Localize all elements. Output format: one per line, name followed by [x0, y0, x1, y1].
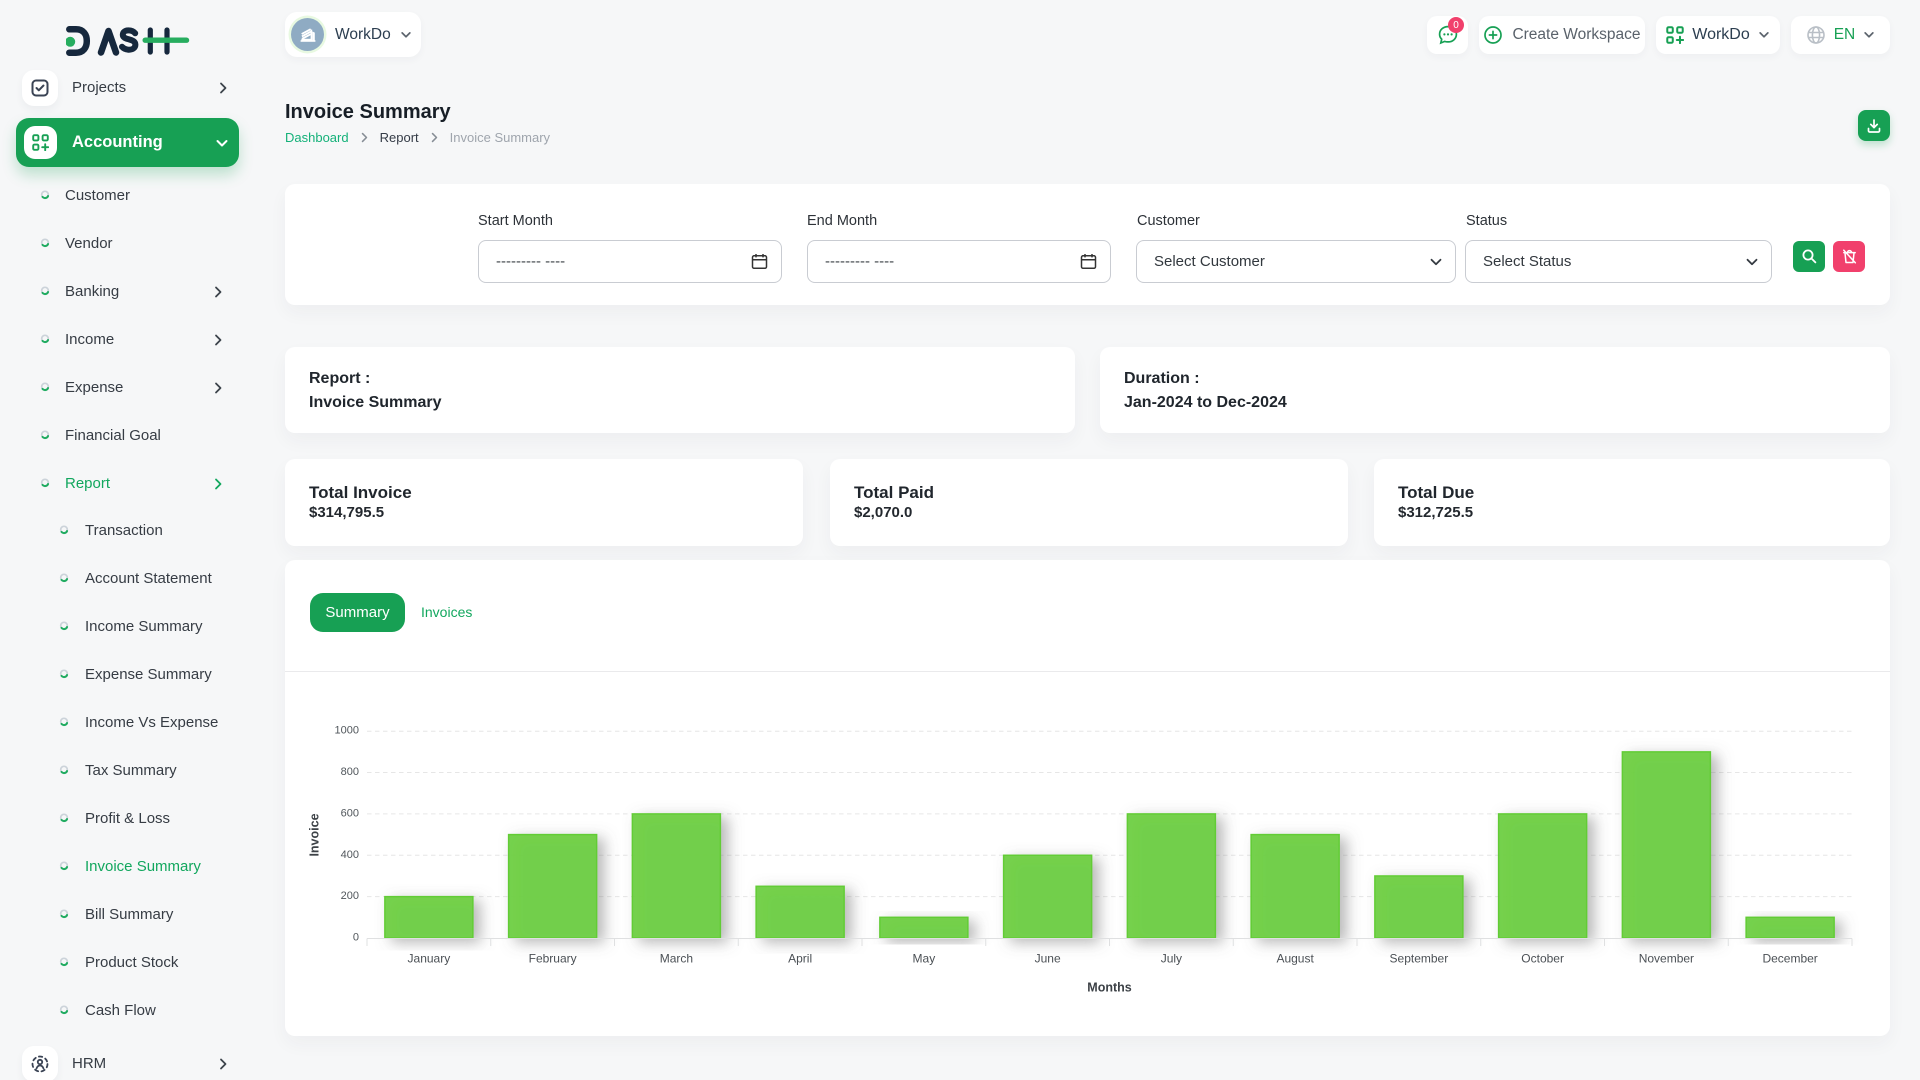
svg-text:600: 600 — [341, 807, 359, 819]
svg-text:March: March — [660, 952, 693, 966]
svg-text:200: 200 — [341, 890, 359, 902]
svg-text:April: April — [788, 952, 812, 966]
svg-text:December: December — [1762, 952, 1817, 966]
svg-text:August: August — [1276, 952, 1314, 966]
svg-text:September: September — [1390, 952, 1449, 966]
svg-text:January: January — [408, 952, 451, 966]
svg-text:July: July — [1161, 952, 1182, 966]
svg-text:800: 800 — [341, 766, 359, 778]
svg-text:Invoice: Invoice — [308, 813, 322, 856]
svg-text:May: May — [913, 952, 936, 966]
svg-text:February: February — [529, 952, 577, 966]
svg-text:400: 400 — [341, 849, 359, 861]
svg-text:1000: 1000 — [335, 725, 359, 737]
svg-text:Months: Months — [1087, 981, 1131, 995]
svg-text:0: 0 — [353, 932, 359, 944]
svg-text:November: November — [1639, 952, 1694, 966]
svg-text:June: June — [1035, 952, 1061, 966]
svg-text:October: October — [1521, 952, 1564, 966]
